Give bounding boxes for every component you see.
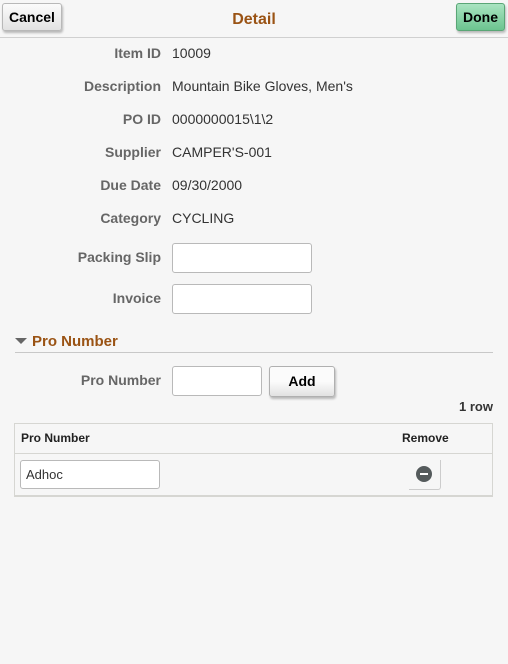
field-value: 10009 (172, 45, 211, 61)
remove-row-button[interactable] (409, 460, 441, 490)
invoice-input[interactable] (172, 284, 312, 314)
field-value: 0000000015\1\2 (172, 111, 274, 127)
collapse-triangle-icon[interactable] (15, 338, 27, 344)
section-title: Pro Number (32, 333, 118, 350)
pro-number-grid: Pro Number Remove (14, 423, 493, 497)
field-value: Mountain Bike Gloves, Men's (172, 78, 353, 94)
column-header-pro-number: Pro Number (21, 431, 90, 445)
field-label: Item ID (114, 45, 161, 61)
invoice-label: Invoice (112, 290, 161, 306)
field-label: Description (83, 78, 161, 94)
pro-number-cell-input[interactable] (20, 460, 160, 489)
packing-slip-label: Packing Slip (77, 249, 161, 265)
add-button[interactable]: Add (269, 366, 335, 397)
field-label: Category (100, 210, 161, 226)
field-label: Due Date (100, 177, 161, 193)
field-label: Supplier (104, 144, 161, 160)
grid-header: Pro Number Remove (15, 424, 492, 454)
row-count: 1 row (459, 399, 493, 414)
pro-number-label: Pro Number (80, 372, 161, 388)
pro-number-input[interactable] (172, 366, 262, 396)
done-button[interactable]: Done (456, 3, 505, 31)
minus-circle-icon (416, 466, 432, 482)
packing-slip-input[interactable] (172, 243, 312, 273)
field-value: 09/30/2000 (172, 177, 243, 193)
field-value: CAMPER'S-001 (172, 144, 272, 160)
column-header-remove: Remove (402, 431, 449, 445)
page-title: Detail (232, 11, 276, 28)
pro-number-section-header[interactable]: Pro Number (15, 332, 493, 353)
header-bar: Cancel Detail Done (0, 0, 508, 38)
field-value: CYCLING (172, 210, 235, 226)
field-label: PO ID (122, 111, 161, 127)
